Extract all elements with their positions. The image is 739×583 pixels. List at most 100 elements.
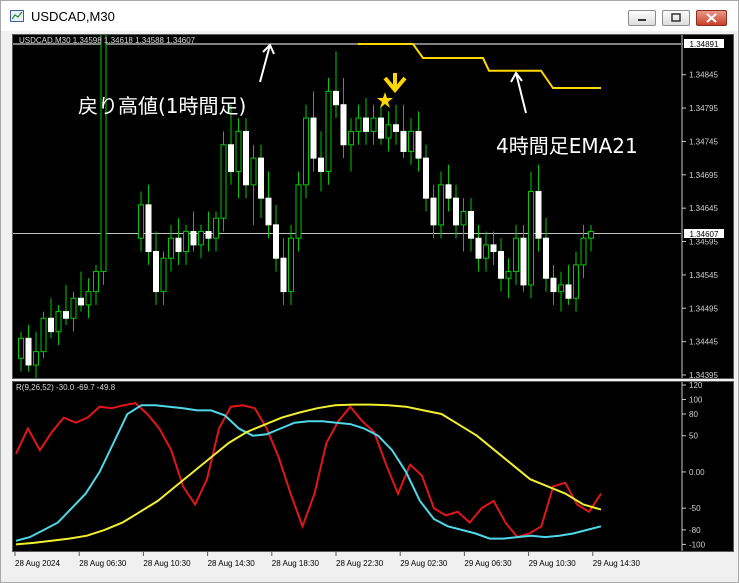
candle-body <box>505 271 512 279</box>
candle-body <box>25 337 32 366</box>
candle-body <box>565 284 572 299</box>
candle-body <box>588 231 594 239</box>
time-tick-label: 29 Aug 10:30 <box>529 559 577 568</box>
title-bar[interactable]: USDCAD,M30 <box>1 1 738 31</box>
indicator-tick-label: 80 <box>689 410 698 419</box>
candle-body <box>168 237 174 259</box>
high-price-marker: 1.34891 <box>683 38 725 49</box>
candle-body <box>333 90 339 106</box>
candle-body <box>243 130 249 186</box>
candle-body <box>348 130 354 146</box>
symbol-ohlc-label: USDCAD,M30 1.34598 1.34618 1.34588 1.346… <box>19 36 196 45</box>
candle-body <box>48 317 54 333</box>
candle-body <box>400 130 407 152</box>
indicator-tick-label: 0.00 <box>689 468 705 477</box>
close-button[interactable] <box>696 10 727 26</box>
candle-body <box>363 117 369 132</box>
candle-body <box>40 317 47 353</box>
candle-body <box>63 311 69 319</box>
candle-body <box>438 184 444 226</box>
price-chart-pane[interactable]: 1.34891 1.34845 1.34795 1.34745 1.34695 1.346… <box>12 34 734 379</box>
candle-body <box>78 297 84 306</box>
time-tick-label: 29 Aug 14:30 <box>593 559 641 568</box>
candle-body <box>310 117 317 159</box>
candle-body <box>558 284 564 293</box>
restore-button[interactable] <box>662 10 690 26</box>
price-tick-label: 1.34845 <box>689 71 718 80</box>
candle-body <box>160 257 167 293</box>
time-tick-label: 28 Aug 14:30 <box>208 559 256 568</box>
candle-body <box>33 351 39 366</box>
restore-icon <box>671 13 681 22</box>
candle-body <box>138 204 144 239</box>
candle-body <box>498 251 504 279</box>
price-tick-label: 1.34795 <box>689 104 718 113</box>
fast-line <box>15 402 602 539</box>
candle-body <box>573 264 579 299</box>
candle-body <box>213 217 219 239</box>
indicator-tick-label: 100 <box>689 395 703 404</box>
chart-window-icon <box>10 10 24 22</box>
candle-body <box>70 297 77 319</box>
candle-body <box>535 190 542 239</box>
candle-body <box>528 190 534 286</box>
candle-body <box>100 35 107 273</box>
candle-body <box>183 231 189 253</box>
minimize-button[interactable] <box>628 10 656 26</box>
candle-body <box>520 237 527 286</box>
candlestick-chart: 1.348911.348451.347951.347451.346951.346… <box>13 35 718 378</box>
candle-body <box>318 157 324 172</box>
candle-body <box>340 104 347 146</box>
candle-body <box>513 237 519 273</box>
indicator-tick-label: -50 <box>689 504 701 513</box>
candle-body <box>490 244 497 253</box>
candle-body <box>235 130 242 172</box>
candle-body <box>543 237 549 279</box>
indicator-tick-label: -100 <box>689 540 706 549</box>
candle-body <box>483 244 489 259</box>
time-tick-label: 28 Aug 2024 <box>15 559 60 568</box>
candle-body <box>430 197 437 226</box>
candle-body <box>445 184 452 199</box>
mid-line <box>15 404 602 542</box>
candle-body <box>220 144 227 219</box>
candle-body <box>580 237 587 266</box>
candle-body <box>475 237 482 259</box>
candle-body <box>303 117 309 186</box>
slow-line <box>15 403 602 546</box>
candle-body <box>408 130 414 152</box>
indicator-tick-label: 120 <box>689 382 703 390</box>
candle-body <box>460 211 467 226</box>
price-tick-label: 1.34395 <box>689 371 718 378</box>
candle-body <box>393 124 399 132</box>
candle-body <box>265 197 272 226</box>
ema-arrow-icon <box>510 71 527 114</box>
indicator-chart: 120 100 80 50 0.00 -50 -80 -100 <box>15 382 706 551</box>
candle-body <box>385 124 392 139</box>
candle-body <box>295 184 302 239</box>
candle-body <box>378 117 384 139</box>
candle-body <box>175 237 182 253</box>
indicator-pane[interactable]: 120 100 80 50 0.00 -50 -80 -100 R(9,26,52) -30.… <box>12 381 734 552</box>
time-tick-label: 29 Aug 02:30 <box>400 559 448 568</box>
indicator-tick-label: -80 <box>689 526 701 535</box>
candle-body <box>355 117 362 132</box>
candle-body <box>453 197 459 226</box>
window-title: USDCAD,M30 <box>31 9 115 24</box>
minimize-icon <box>638 19 646 21</box>
candle-body <box>370 117 377 132</box>
current-price-marker: 1.34607 <box>683 228 725 239</box>
price-tick-label: 1.34695 <box>689 171 718 180</box>
time-tick-label: 28 Aug 10:30 <box>143 559 191 568</box>
candle-body <box>415 130 422 159</box>
candle-body <box>550 277 557 293</box>
price-tick-label: 1.34545 <box>689 271 718 280</box>
time-tick-label: 28 Aug 18:30 <box>272 559 320 568</box>
candle-body <box>325 90 332 172</box>
candle-body <box>85 291 92 306</box>
price-tick-label: 1.34745 <box>689 137 718 146</box>
candle-body <box>258 157 264 199</box>
candle-body <box>205 231 212 239</box>
candle-body <box>93 271 99 293</box>
candle-body <box>145 204 152 253</box>
